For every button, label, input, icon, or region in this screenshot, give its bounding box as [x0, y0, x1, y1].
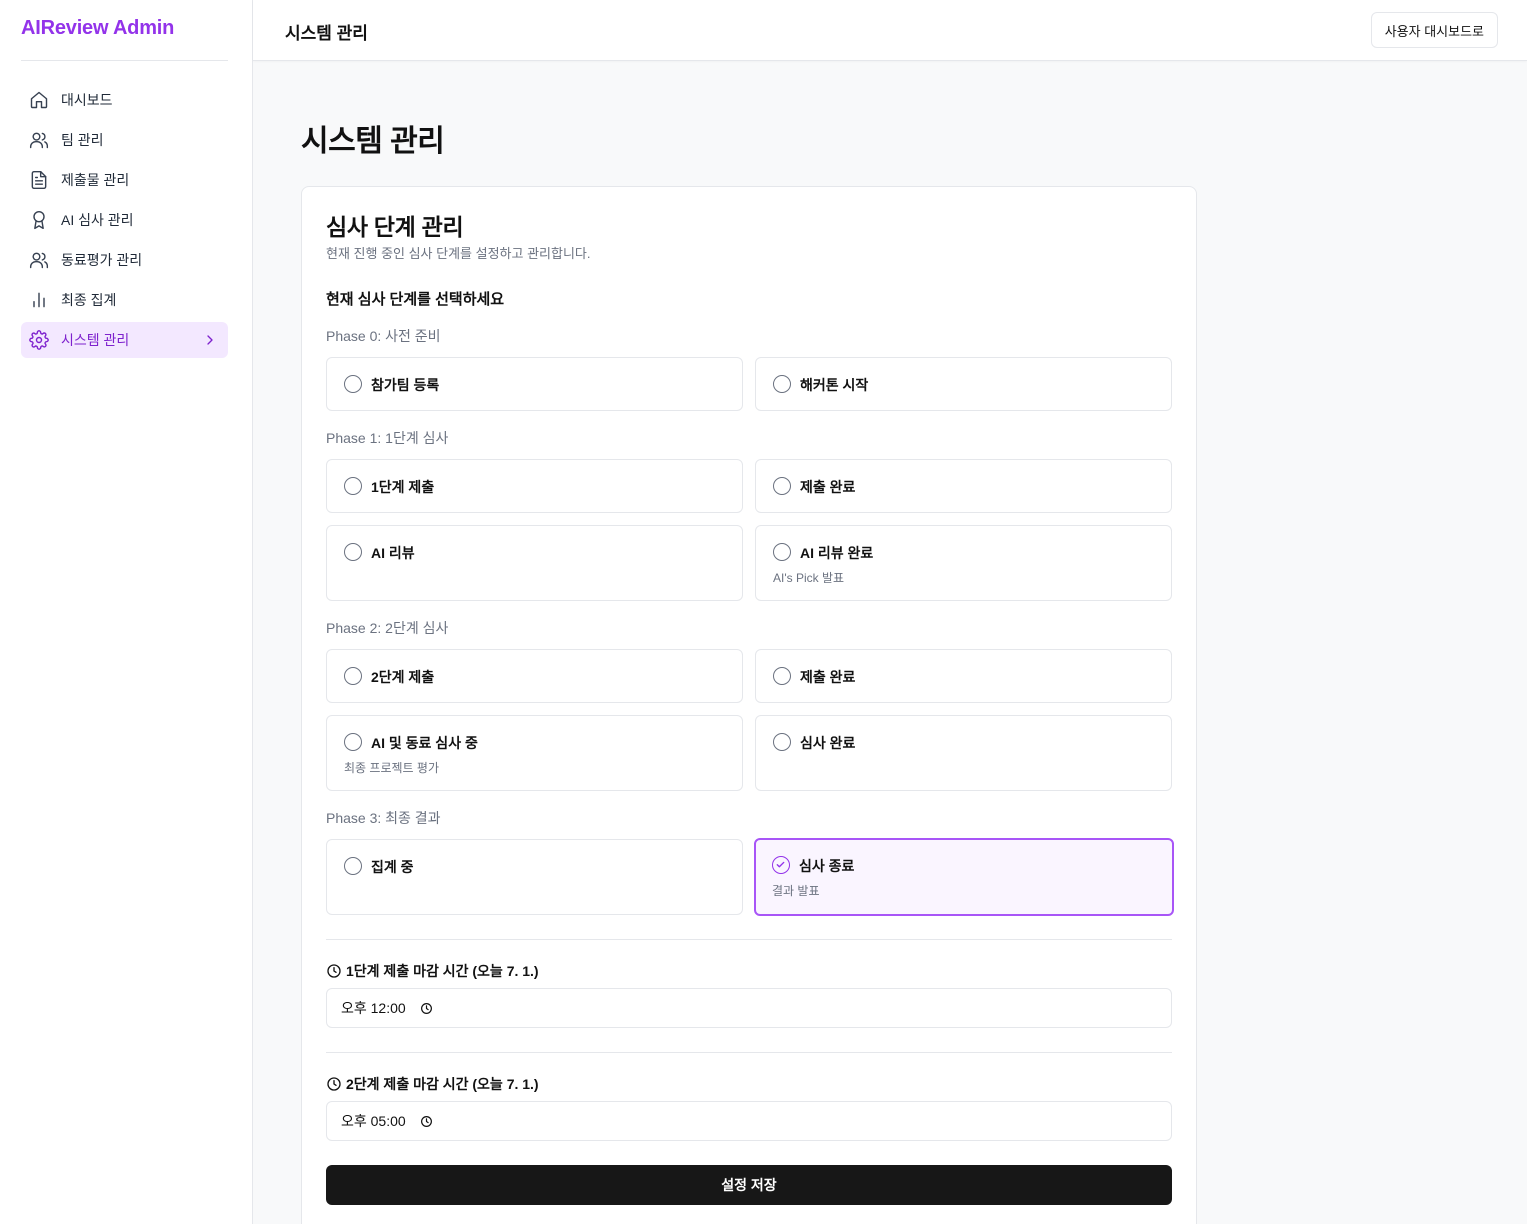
- option-subtext: AI's Pick 발표: [773, 571, 845, 585]
- clock-icon[interactable]: [420, 1002, 433, 1015]
- radio-icon: [344, 375, 362, 393]
- option-label: 참가팀 등록: [371, 377, 440, 393]
- phase2-deadline-input[interactable]: 오후 05:00: [326, 1101, 1172, 1141]
- sidebar: AIReview Admin 대시보드 팀 관리 제출물 관리 AI 심사 관리: [0, 0, 253, 1224]
- phase-3-label: Phase 3: 최종 결과: [326, 810, 441, 826]
- option-label: 1단계 제출: [371, 479, 435, 495]
- phase-select-label: 현재 심사 단계를 선택하세요: [326, 291, 505, 308]
- page-title: 시스템 관리: [301, 125, 445, 158]
- clock-icon: [326, 1076, 342, 1092]
- phase-option-ai-review[interactable]: AI 리뷰: [326, 525, 743, 601]
- option-subtext: 결과 발표: [772, 884, 820, 898]
- phase-option-team-registration[interactable]: 참가팀 등록: [326, 357, 743, 411]
- deadline-label-text: 2단계 제출 마감 시간 (오늘 7. 1.): [346, 1076, 539, 1092]
- sidebar-nav: 대시보드 팀 관리 제출물 관리 AI 심사 관리 동료평가 관리 최종 집계 …: [21, 82, 228, 362]
- file-text-icon: [29, 170, 49, 190]
- phase-option-review-done[interactable]: 심사 완료: [755, 715, 1172, 791]
- sidebar-item-label: 동료평가 관리: [61, 252, 143, 268]
- sidebar-item-label: 제출물 관리: [61, 172, 130, 188]
- sidebar-item-label: 대시보드: [61, 92, 113, 108]
- phase-option-hackathon-start[interactable]: 해커톤 시작: [755, 357, 1172, 411]
- sidebar-item-dashboard[interactable]: 대시보드: [21, 82, 228, 118]
- sidebar-item-label: 팀 관리: [61, 132, 104, 148]
- sidebar-item-teams[interactable]: 팀 관리: [21, 122, 228, 158]
- card-title: 심사 단계 관리: [326, 214, 464, 240]
- phase-option-ai-peer-review[interactable]: AI 및 동료 심사 중 최종 프로젝트 평가: [326, 715, 743, 791]
- sidebar-item-peer-review[interactable]: 동료평가 관리: [21, 242, 228, 278]
- option-label: 2단계 제출: [371, 669, 435, 685]
- radio-icon: [773, 375, 791, 393]
- phase-option-review-ended[interactable]: 심사 종료 결과 발표: [754, 838, 1174, 916]
- radio-icon: [773, 733, 791, 751]
- deadline-label-text: 1단계 제출 마감 시간 (오늘 7. 1.): [346, 963, 539, 979]
- option-label: 심사 종료: [799, 858, 855, 874]
- time-value: 오후 12:00: [341, 1000, 406, 1016]
- home-icon: [29, 90, 49, 110]
- phase-option-tallying[interactable]: 집계 중: [326, 839, 743, 915]
- gear-icon: [29, 330, 49, 350]
- sidebar-item-system[interactable]: 시스템 관리: [21, 322, 228, 358]
- phase-option-stage1-submitted[interactable]: 제출 완료: [755, 459, 1172, 513]
- radio-icon: [344, 477, 362, 495]
- sidebar-item-label: AI 심사 관리: [61, 212, 134, 228]
- option-label: 제출 완료: [800, 479, 856, 495]
- users-icon: [29, 130, 49, 150]
- section-divider: [326, 1052, 1172, 1053]
- radio-icon: [773, 543, 791, 561]
- radio-icon: [344, 857, 362, 875]
- radio-icon: [344, 733, 362, 751]
- sidebar-item-label: 시스템 관리: [61, 332, 130, 348]
- sidebar-item-final-tally[interactable]: 최종 집계: [21, 282, 228, 318]
- option-subtext: 최종 프로젝트 평가: [344, 761, 439, 775]
- radio-checked-icon: [772, 856, 790, 874]
- brand-logo[interactable]: AIReview Admin: [21, 17, 174, 40]
- top-bar: 시스템 관리 사용자 대시보드로: [253, 0, 1527, 61]
- clock-icon: [326, 963, 342, 979]
- phase-1-label: Phase 1: 1단계 심사: [326, 430, 449, 446]
- clock-icon[interactable]: [420, 1115, 433, 1128]
- phase-2-label: Phase 2: 2단계 심사: [326, 620, 449, 636]
- option-label: AI 리뷰: [371, 545, 415, 561]
- phase-option-stage2-submitted[interactable]: 제출 완료: [755, 649, 1172, 703]
- phase-option-stage1-submit[interactable]: 1단계 제출: [326, 459, 743, 513]
- option-label: 해커톤 시작: [800, 377, 869, 393]
- sidebar-item-label: 최종 집계: [61, 292, 117, 308]
- phase-option-ai-review-done[interactable]: AI 리뷰 완료 AI's Pick 발표: [755, 525, 1172, 601]
- chevron-right-icon: [202, 332, 218, 348]
- section-divider: [326, 939, 1172, 940]
- header-title: 시스템 관리: [285, 24, 368, 43]
- card-description: 현재 진행 중인 심사 단계를 설정하고 관리합니다.: [326, 246, 591, 261]
- user-dashboard-button[interactable]: 사용자 대시보드로: [1370, 12, 1498, 48]
- users-icon: [29, 250, 49, 270]
- time-value: 오후 05:00: [341, 1113, 406, 1129]
- bar-chart-icon: [29, 290, 49, 310]
- sidebar-divider: [21, 60, 228, 61]
- phase-0-label: Phase 0: 사전 준비: [326, 328, 441, 344]
- award-icon: [29, 210, 49, 230]
- option-label: AI 리뷰 완료: [800, 545, 874, 561]
- save-settings-button[interactable]: 설정 저장: [326, 1165, 1172, 1205]
- phase-management-card: 심사 단계 관리 현재 진행 중인 심사 단계를 설정하고 관리합니다. 현재 …: [301, 186, 1197, 1224]
- radio-icon: [344, 543, 362, 561]
- option-label: 제출 완료: [800, 669, 856, 685]
- sidebar-item-ai-review[interactable]: AI 심사 관리: [21, 202, 228, 238]
- phase1-deadline-input[interactable]: 오후 12:00: [326, 988, 1172, 1028]
- option-label: AI 및 동료 심사 중: [371, 735, 478, 751]
- option-label: 심사 완료: [800, 735, 856, 751]
- phase2-deadline-label: 2단계 제출 마감 시간 (오늘 7. 1.): [326, 1074, 539, 1094]
- phase-option-stage2-submit[interactable]: 2단계 제출: [326, 649, 743, 703]
- radio-icon: [344, 667, 362, 685]
- option-label: 집계 중: [371, 859, 414, 875]
- phase1-deadline-label: 1단계 제출 마감 시간 (오늘 7. 1.): [326, 961, 539, 981]
- radio-icon: [773, 477, 791, 495]
- radio-icon: [773, 667, 791, 685]
- sidebar-item-submissions[interactable]: 제출물 관리: [21, 162, 228, 198]
